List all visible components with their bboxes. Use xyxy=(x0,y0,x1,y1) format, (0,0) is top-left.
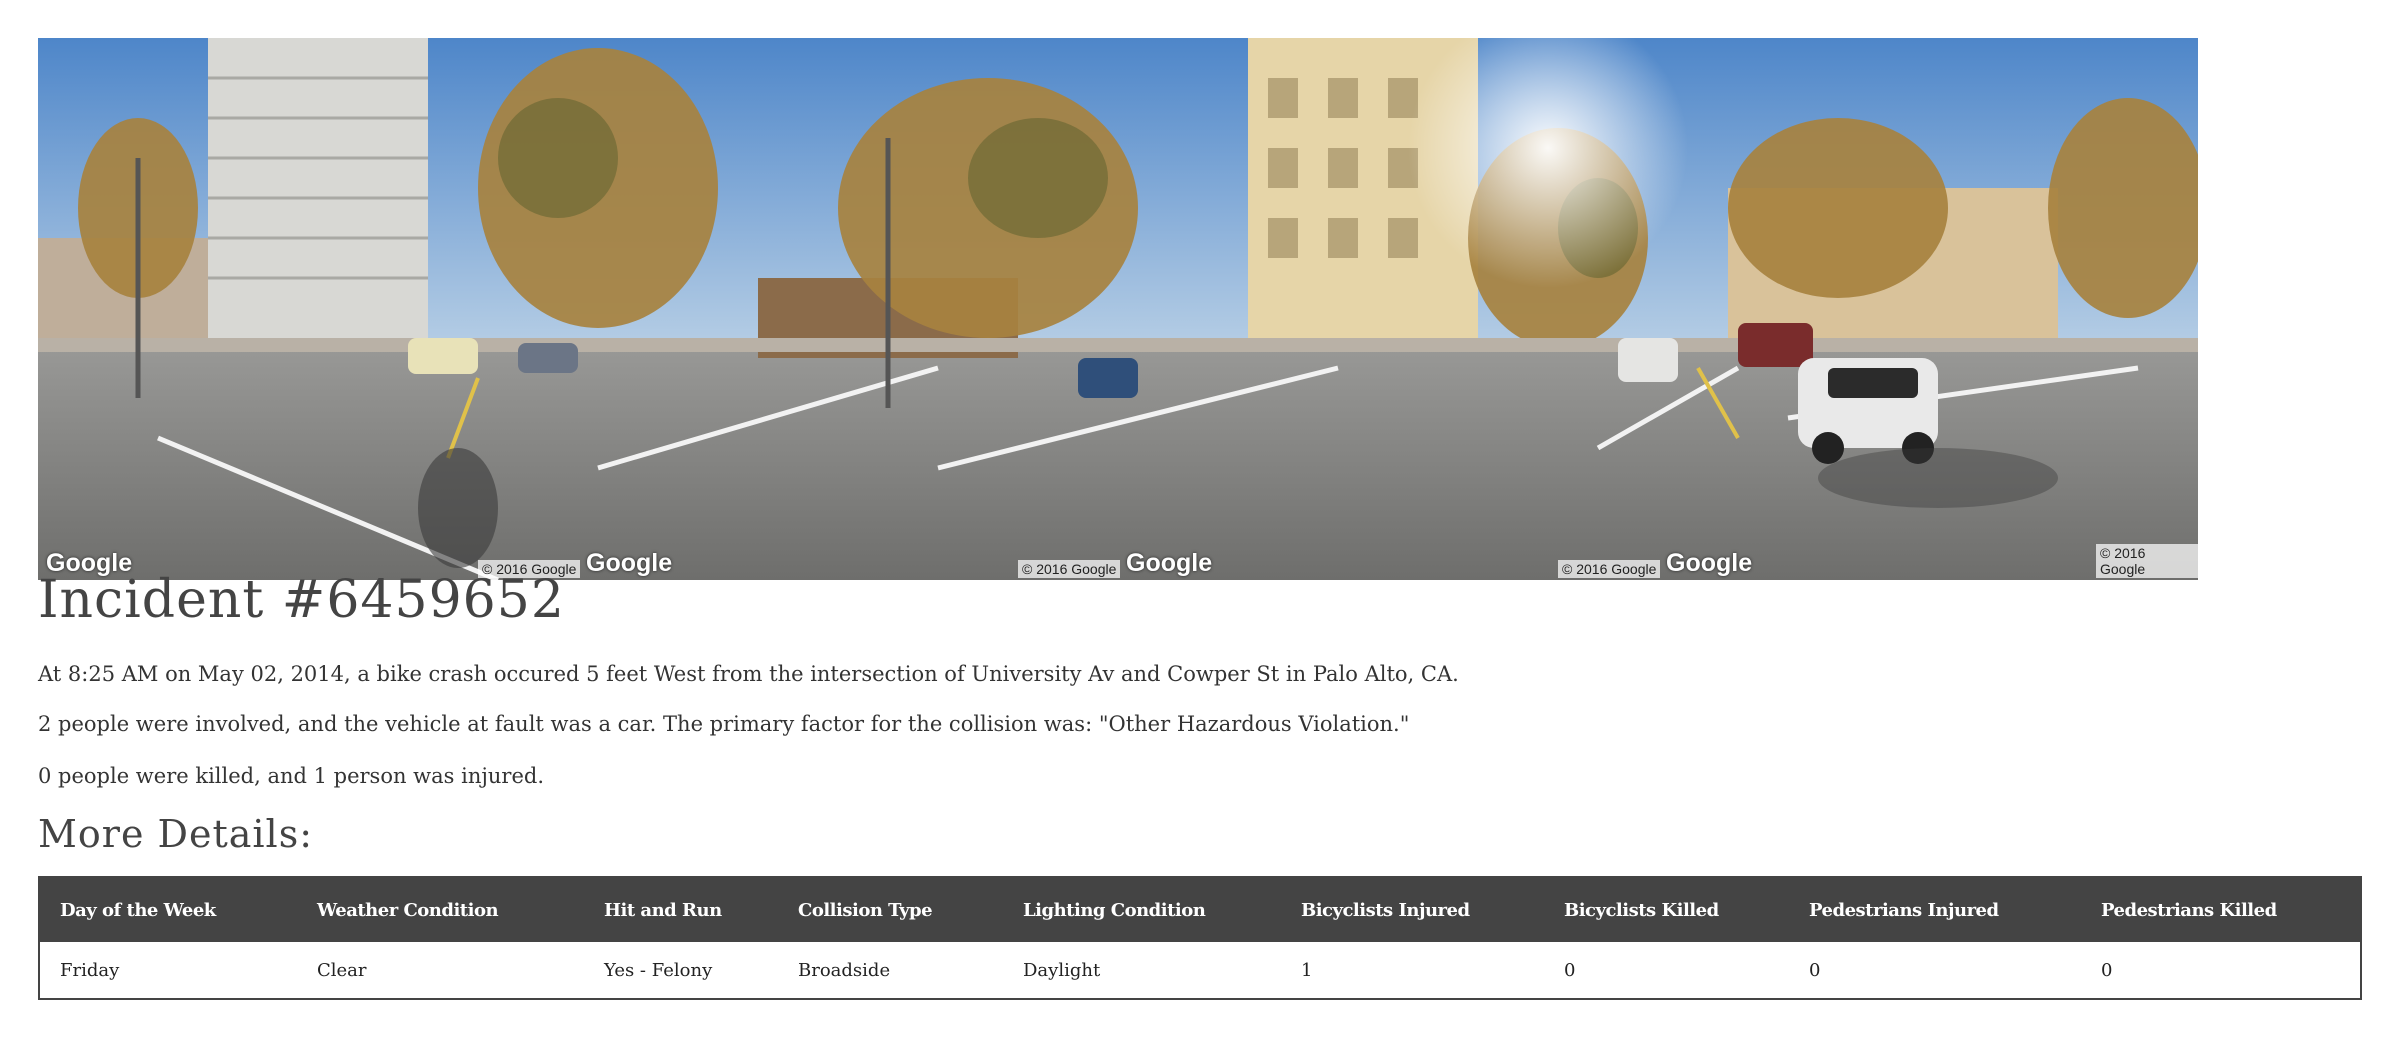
copyright-label: © 2016 Google xyxy=(1558,560,1661,578)
column-header-collision-type: Collision Type xyxy=(778,877,1003,942)
cell-weather: Clear xyxy=(297,942,584,999)
table-row: Friday Clear Yes - Felony Broadside Dayl… xyxy=(39,942,2361,999)
copyright-label: © 2016 Google xyxy=(2096,544,2198,578)
cell-hit-and-run: Yes - Felony xyxy=(584,942,778,999)
street-view-panorama: Google © 2016 Google Google © 2016 Googl… xyxy=(38,38,2198,580)
column-header-pedestrians-injured: Pedestrians Injured xyxy=(1789,877,2081,942)
column-header-bicyclists-injured: Bicyclists Injured xyxy=(1281,877,1544,942)
incident-summary-location: At 8:25 AM on May 02, 2014, a bike crash… xyxy=(38,662,1459,686)
cell-lighting: Daylight xyxy=(1003,942,1281,999)
column-header-pedestrians-killed: Pedestrians Killed xyxy=(2081,877,2361,942)
google-watermark: Google xyxy=(1666,549,1753,577)
cell-day: Friday xyxy=(39,942,297,999)
column-header-weather: Weather Condition xyxy=(297,877,584,942)
cell-pedestrians-killed: 0 xyxy=(2081,942,2361,999)
cell-pedestrians-injured: 0 xyxy=(1789,942,2081,999)
column-header-day: Day of the Week xyxy=(39,877,297,942)
details-table: Day of the Week Weather Condition Hit an… xyxy=(38,876,2362,1000)
cell-collision-type: Broadside xyxy=(778,942,1003,999)
column-header-lighting: Lighting Condition xyxy=(1003,877,1281,942)
google-watermark: Google xyxy=(1126,549,1213,577)
google-watermark: Google xyxy=(586,549,673,577)
column-header-bicyclists-killed: Bicyclists Killed xyxy=(1544,877,1789,942)
cell-bicyclists-injured: 1 xyxy=(1281,942,1544,999)
column-header-hit-and-run: Hit and Run xyxy=(584,877,778,942)
incident-summary-involved: 2 people were involved, and the vehicle … xyxy=(38,712,1410,736)
table-header-row: Day of the Week Weather Condition Hit an… xyxy=(39,877,2361,942)
cell-bicyclists-killed: 0 xyxy=(1544,942,1789,999)
more-details-heading: More Details: xyxy=(38,812,314,856)
copyright-label: © 2016 Google xyxy=(1018,560,1121,578)
incident-summary-casualties: 0 people were killed, and 1 person was i… xyxy=(38,764,544,788)
incident-title: Incident #6459652 xyxy=(38,570,565,630)
panorama-image xyxy=(38,38,2198,580)
